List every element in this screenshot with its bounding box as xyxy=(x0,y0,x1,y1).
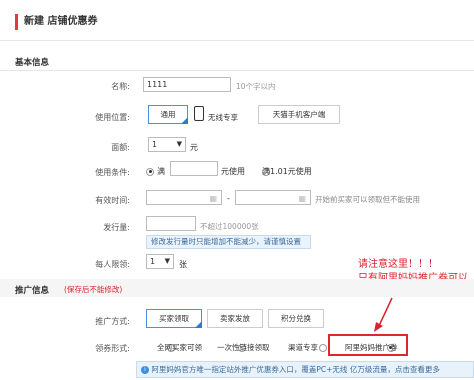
promo-points-exchange-label: 积分兑换 xyxy=(281,314,311,323)
collect-channel-radio[interactable] xyxy=(319,343,328,352)
issue-input[interactable] xyxy=(146,216,196,231)
name-hint: 10个字以内 xyxy=(236,82,276,91)
collect-all-label: 全网买家可领 xyxy=(157,343,202,352)
promo-seller-send-button[interactable]: 卖家发放 xyxy=(207,309,263,328)
condition-fixed-label: 满1.01元使用 xyxy=(262,167,312,176)
header-divider xyxy=(0,40,474,41)
position-general-button[interactable]: 通用 xyxy=(148,105,188,124)
annotation-arrow xyxy=(374,297,393,332)
promo-section-title: 推广信息 xyxy=(15,286,50,296)
denomination-unit: 元 xyxy=(190,143,198,152)
condition-label: 使用条件: xyxy=(95,168,130,177)
issue-hint: 不超过100000张 xyxy=(200,222,259,231)
collect-channel-label: 渠道专享 xyxy=(288,343,318,352)
chevron-down-icon: ▼ xyxy=(176,140,182,148)
basic-section-divider xyxy=(0,70,474,71)
validity-start-input[interactable]: ▦ xyxy=(146,190,222,205)
position-general-label: 通用 xyxy=(160,110,176,119)
info-icon: i xyxy=(141,366,149,374)
name-label: 名称: xyxy=(111,82,130,91)
name-input[interactable]: 1111 xyxy=(143,77,231,92)
position-tmall-app-label: 天猫手机客户端 xyxy=(272,110,326,119)
promo-seller-send-label: 卖家发放 xyxy=(220,314,250,323)
promo-section-note: (保存后不能修改) xyxy=(64,285,123,294)
collect-link-label: 一次性链接领取 xyxy=(217,343,270,352)
denomination-select[interactable]: 1 ▼ xyxy=(148,137,186,152)
validity-end-input[interactable]: ▦ xyxy=(235,190,311,205)
info-bar-text: 阿里妈妈官方唯一指定站外推广优惠券入口，覆盖PC+无线 亿万级流量，点击查看更多 xyxy=(151,365,440,374)
limit-select[interactable]: 1 ▼ xyxy=(146,254,174,269)
validity-label: 有效时间: xyxy=(95,196,130,205)
calendar-icon: ▦ xyxy=(298,194,306,203)
promo-method-label: 推广方式: xyxy=(95,317,130,326)
position-label: 使用位置: xyxy=(95,113,130,122)
promo-buyer-collect-button[interactable]: 买家领取 xyxy=(146,309,202,328)
basic-section-title: 基本信息 xyxy=(15,58,50,68)
condition-min-prefix: 满 xyxy=(157,167,165,176)
position-tmall-app-button[interactable]: 天猫手机客户端 xyxy=(258,105,340,124)
denomination-label: 面额: xyxy=(111,143,130,152)
limit-unit: 张 xyxy=(179,260,187,269)
promo-buyer-collect-label: 买家领取 xyxy=(159,314,189,323)
collect-form-label: 领券形式: xyxy=(95,344,130,353)
phone-icon xyxy=(194,106,204,121)
collect-alimama-label: 阿里妈妈推广券 xyxy=(345,343,398,352)
promo-points-exchange-button[interactable]: 积分兑换 xyxy=(268,309,324,328)
page-title: 新建 店铺优惠券 xyxy=(15,14,97,30)
limit-label: 每人限领: xyxy=(95,260,130,269)
denomination-value: 1 xyxy=(152,140,158,149)
validity-hint: 开始前买家可以领取但不能使用 xyxy=(315,195,420,204)
condition-min-suffix: 元使用 xyxy=(221,167,245,176)
position-wireless-label[interactable]: 无线专享 xyxy=(208,112,238,123)
annotation-line1: 请注意这里！！！ xyxy=(358,259,438,270)
alimama-info-bar: i 阿里妈妈官方唯一指定站外推广优惠券入口，覆盖PC+无线 亿万级流量，点击查看… xyxy=(136,361,474,378)
condition-min-radio[interactable] xyxy=(146,167,154,176)
chevron-down-icon: ▼ xyxy=(164,257,170,265)
validity-separator: - xyxy=(227,194,230,203)
limit-value: 1 xyxy=(150,257,156,266)
issue-label: 发行量: xyxy=(103,223,130,232)
condition-amount-input[interactable] xyxy=(170,161,218,176)
issue-tip: 修改发行量时只能增加不能减少，请谨慎设置 xyxy=(146,235,311,249)
calendar-icon: ▦ xyxy=(209,194,217,203)
